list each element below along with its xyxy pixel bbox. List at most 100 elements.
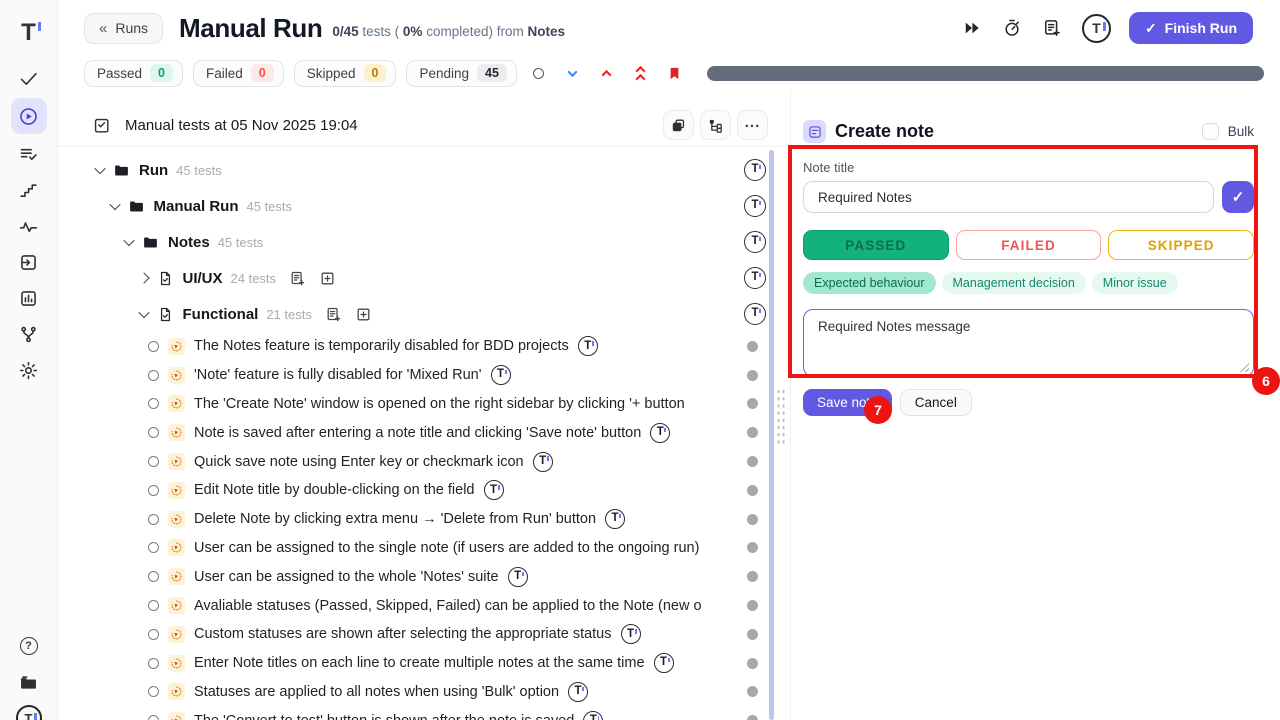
test-row[interactable]: Custom statuses are shown after selectin… <box>58 620 790 649</box>
panel-resize-handle[interactable] <box>776 388 786 446</box>
test-row[interactable]: User can be assigned to the single note … <box>58 534 790 563</box>
testomat-ref-icon[interactable]: T <box>508 567 528 587</box>
tree-scrollbar[interactable] <box>769 150 774 720</box>
sidebar-item-analytics[interactable] <box>11 208 47 244</box>
fast-forward-icon[interactable] <box>962 18 982 38</box>
sidebar-item-reports[interactable] <box>11 280 47 316</box>
collapse-down-icon[interactable] <box>561 61 585 85</box>
chevron-right-icon[interactable] <box>138 272 149 283</box>
sidebar-item-steps[interactable] <box>11 172 47 208</box>
status-radio-icon[interactable] <box>148 600 159 611</box>
chevron-down-icon[interactable] <box>123 235 134 246</box>
suite-row[interactable]: Functional21 testsT <box>58 296 790 332</box>
testomat-ref-icon[interactable]: T <box>654 653 674 673</box>
test-row[interactable]: Note is saved after entering a note titl… <box>58 418 790 447</box>
test-row[interactable]: User can be assigned to the whole 'Notes… <box>58 562 790 591</box>
status-radio-icon[interactable] <box>148 427 159 438</box>
tag-minor-issue[interactable]: Minor issue <box>1092 272 1178 294</box>
filter-pill-pending[interactable]: Pending45 <box>406 60 516 87</box>
test-row[interactable]: The 'Convert to test' button is shown af… <box>58 706 790 720</box>
testomat-ref-icon[interactable]: T <box>533 452 553 472</box>
chevron-down-icon[interactable] <box>138 307 149 318</box>
test-row[interactable]: Quick save note using Enter key or check… <box>58 447 790 476</box>
status-radio-icon[interactable] <box>148 658 159 669</box>
tag-expected-behaviour[interactable]: Expected behaviour <box>803 272 936 294</box>
finish-run-button[interactable]: ✓ Finish Run <box>1129 12 1253 44</box>
testomat-ref-icon[interactable]: T <box>568 682 588 702</box>
sidebar-item-profile[interactable]: T <box>11 700 47 720</box>
collapse-up-icon[interactable] <box>595 61 619 85</box>
folder-row[interactable]: Run45 testsT <box>58 152 790 188</box>
status-skipped-button[interactable]: SKIPPED <box>1108 230 1254 260</box>
status-radio-icon[interactable] <box>148 571 159 582</box>
status-radio-icon[interactable] <box>148 629 159 640</box>
sidebar-item-import[interactable] <box>11 244 47 280</box>
more-button[interactable]: ... <box>737 110 768 140</box>
status-radio-icon[interactable] <box>148 715 159 720</box>
testomat-ref-icon[interactable]: T <box>491 365 511 385</box>
resize-grip-icon[interactable] <box>1240 363 1249 372</box>
test-row[interactable]: Avaliable statuses (Passed, Skipped, Fai… <box>58 591 790 620</box>
sidebar-item-version-control[interactable] <box>11 316 47 352</box>
status-passed-button[interactable]: PASSED <box>803 230 949 260</box>
user-avatar-icon[interactable]: T <box>1082 14 1111 43</box>
collapse-all-icon[interactable] <box>629 61 653 85</box>
testomat-ref-icon[interactable]: T <box>605 509 625 529</box>
sidebar-item-runs[interactable] <box>11 98 47 134</box>
timer-icon[interactable] <box>1002 18 1022 38</box>
sidebar-item-help[interactable]: ? <box>11 628 47 664</box>
testomat-ref-icon[interactable]: T <box>621 624 641 644</box>
pending-dot-icon <box>747 427 758 438</box>
status-circle-icon[interactable] <box>527 61 551 85</box>
folder-row[interactable]: Notes45 testsT <box>58 224 790 260</box>
add-note-icon[interactable] <box>1042 18 1062 38</box>
testomat-ref-icon[interactable]: T <box>578 336 598 356</box>
testomat-ref-icon[interactable]: T <box>744 231 766 253</box>
test-row[interactable]: Delete Note by clicking extra menu → 'De… <box>58 505 790 534</box>
status-radio-icon[interactable] <box>148 686 159 697</box>
suite-row[interactable]: UI/UX24 testsT <box>58 260 790 296</box>
copy-button[interactable] <box>663 110 694 140</box>
folder-row[interactable]: Manual Run45 testsT <box>58 188 790 224</box>
bookmark-icon[interactable] <box>663 61 687 85</box>
testomat-ref-icon[interactable]: T <box>744 303 766 325</box>
test-row[interactable]: Statuses are applied to all notes when u… <box>58 678 790 707</box>
filter-pill-skipped[interactable]: Skipped0 <box>294 60 397 87</box>
testomat-ref-icon[interactable]: T <box>484 480 504 500</box>
status-radio-icon[interactable] <box>148 542 159 553</box>
sidebar-item-settings[interactable] <box>11 352 47 388</box>
sidebar-item-tests[interactable] <box>11 60 47 96</box>
cancel-button[interactable]: Cancel <box>900 389 972 416</box>
status-radio-icon[interactable] <box>148 341 159 352</box>
chevron-down-icon[interactable] <box>94 163 105 174</box>
status-radio-icon[interactable] <box>148 456 159 467</box>
status-radio-icon[interactable] <box>148 398 159 409</box>
testomat-ref-icon[interactable]: T <box>583 711 603 720</box>
filter-pill-failed[interactable]: Failed0 <box>193 60 284 87</box>
filter-pill-passed[interactable]: Passed0 <box>84 60 183 87</box>
app-logo[interactable]: T <box>21 10 36 56</box>
test-row[interactable]: 'Note' feature is fully disabled for 'Mi… <box>58 361 790 390</box>
quick-save-button[interactable]: ✓ <box>1222 181 1254 213</box>
status-radio-icon[interactable] <box>148 370 159 381</box>
sidebar-item-projects[interactable] <box>11 664 47 700</box>
note-message-textarea[interactable]: Required Notes message <box>803 309 1254 377</box>
bulk-checkbox[interactable] <box>1202 123 1219 140</box>
chevron-down-icon[interactable] <box>109 199 120 210</box>
sidebar-item-test-plans[interactable] <box>11 136 47 172</box>
note-title-input[interactable] <box>803 181 1214 213</box>
tag-management-decision[interactable]: Management decision <box>942 272 1086 294</box>
test-row[interactable]: The 'Create Note' window is opened on th… <box>58 390 790 419</box>
test-row[interactable]: Edit Note title by double-clicking on th… <box>58 476 790 505</box>
status-radio-icon[interactable] <box>148 514 159 525</box>
test-row[interactable]: The Notes feature is temporarily disable… <box>58 332 790 361</box>
status-failed-button[interactable]: FAILED <box>956 230 1102 260</box>
tree-view-button[interactable] <box>700 110 731 140</box>
status-radio-icon[interactable] <box>148 485 159 496</box>
testomat-ref-icon[interactable]: T <box>650 423 670 443</box>
testomat-ref-icon[interactable]: T <box>744 267 766 289</box>
testomat-ref-icon[interactable]: T <box>744 195 766 217</box>
testomat-ref-icon[interactable]: T <box>744 159 766 181</box>
test-row[interactable]: Enter Note titles on each line to create… <box>58 649 790 678</box>
back-to-runs-button[interactable]: « Runs <box>84 13 163 44</box>
